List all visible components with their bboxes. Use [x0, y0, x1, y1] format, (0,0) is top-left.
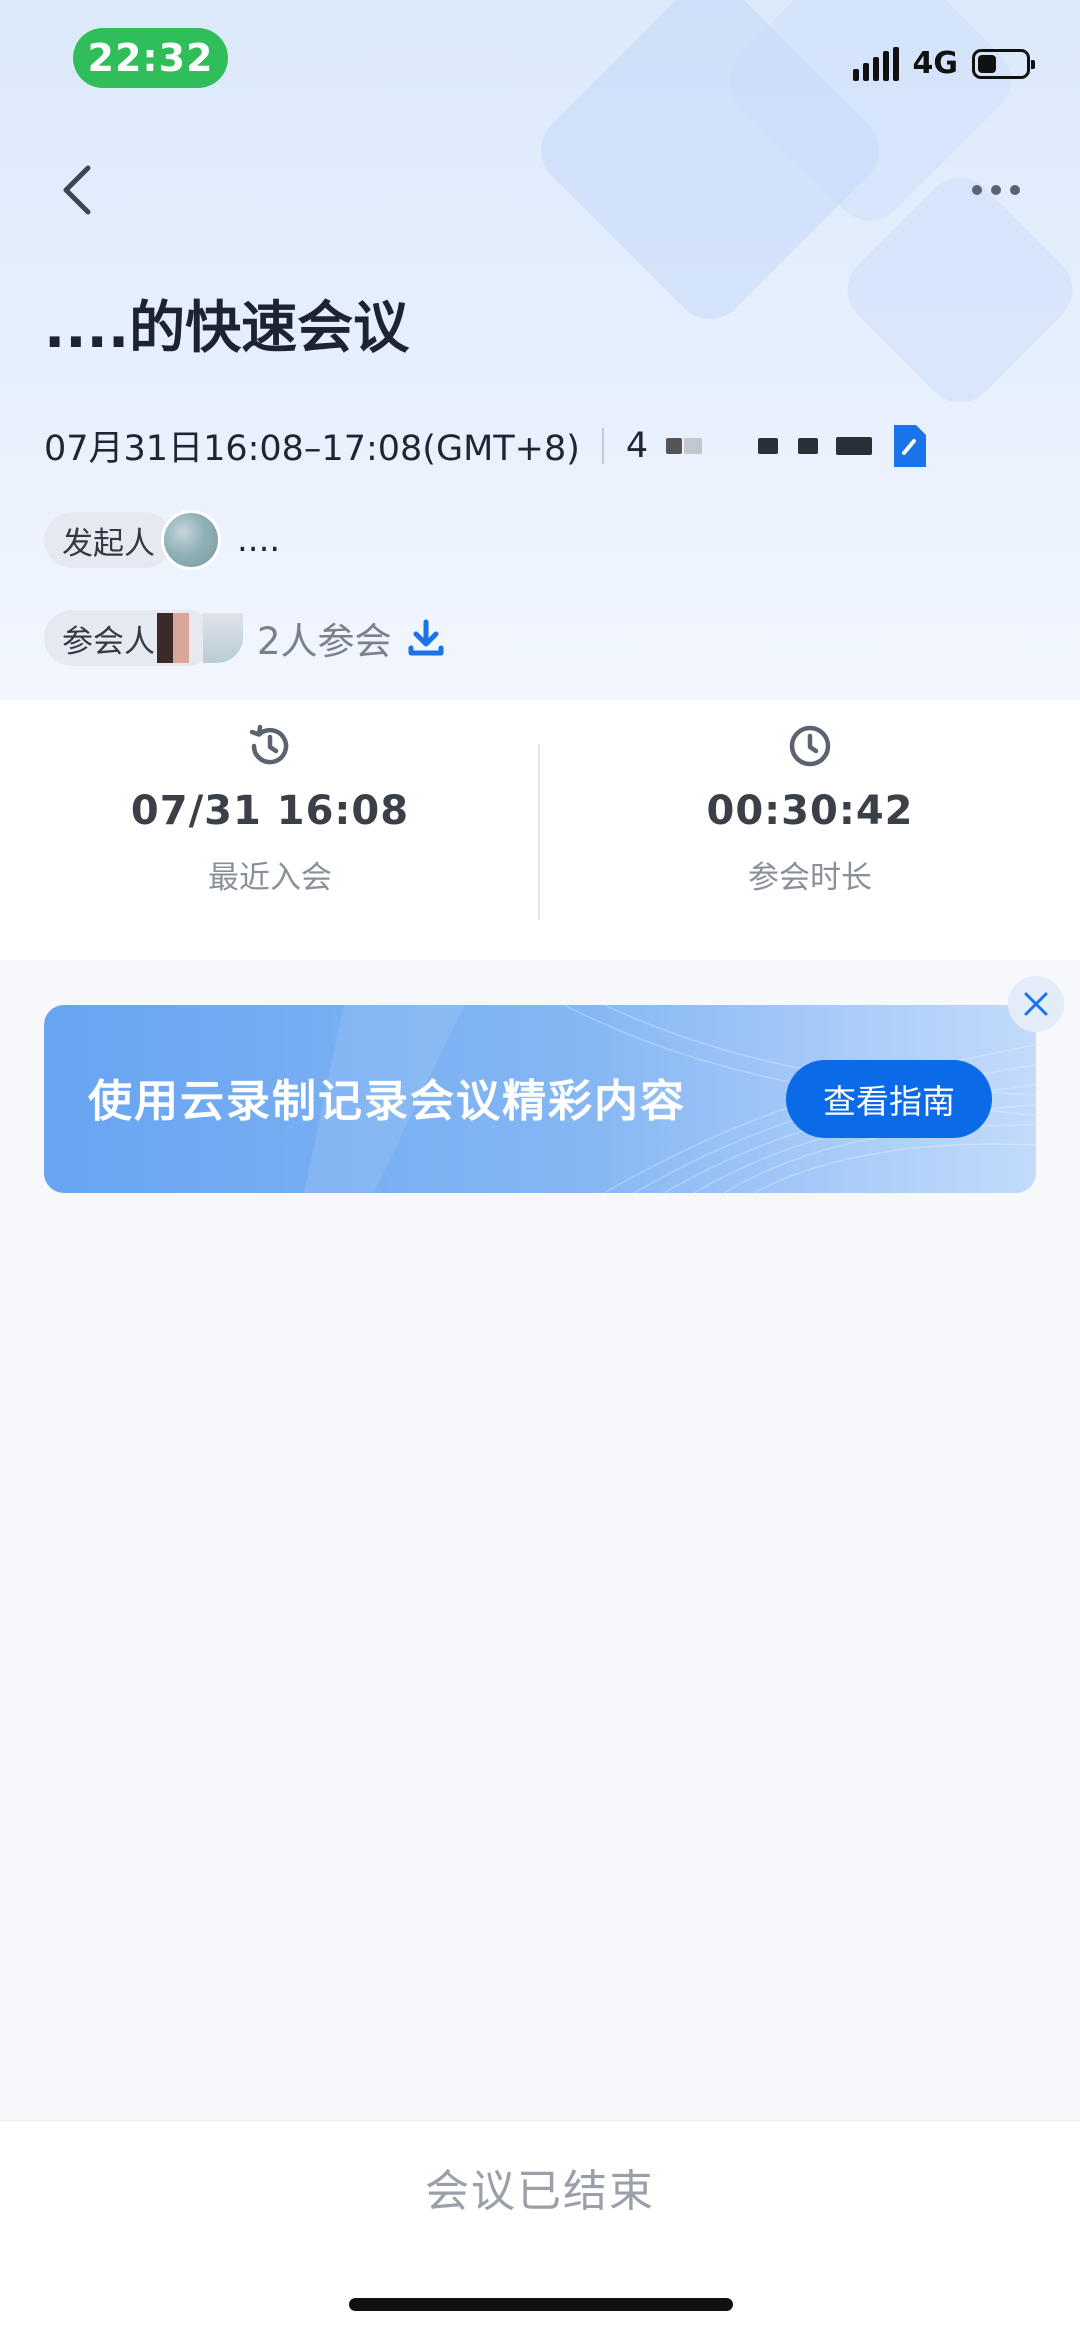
battery-icon [972, 48, 1035, 79]
status-indicators: 4G [852, 46, 1035, 81]
participant-avatars [157, 613, 243, 663]
chevron-left-icon [63, 165, 91, 215]
avatar [157, 613, 173, 663]
document-icon[interactable] [890, 423, 930, 469]
cloud-recording-banner[interactable]: 使用云录制记录会议精彩内容 查看指南 [44, 1005, 1036, 1193]
signal-icon [852, 46, 899, 81]
host-label: 发起人 [62, 525, 155, 562]
download-icon[interactable] [406, 618, 446, 658]
network-type: 4G [912, 46, 959, 81]
more-horizontal-icon [972, 185, 982, 195]
avatar [173, 613, 189, 663]
meeting-info-row: 07月31日16:08–17:08(GMT+8) 4 [44, 420, 930, 471]
host-label-chip: 发起人 [44, 512, 173, 568]
avatar [203, 613, 243, 663]
redacted-block [758, 437, 779, 454]
host-row: 发起人 .... [44, 510, 280, 570]
meeting-ended-status: 会议已结束 [425, 2166, 655, 2217]
banner-close-button[interactable] [1008, 976, 1064, 1032]
meeting-id[interactable]: 4 [626, 426, 648, 466]
close-icon [1024, 992, 1048, 1016]
participants-label: 参会人 [62, 623, 155, 660]
battery-level [978, 54, 996, 73]
redacted-block [684, 437, 703, 454]
avatar[interactable] [161, 510, 221, 570]
last-join-label: 最近入会 [208, 860, 332, 896]
redacted-block [666, 437, 683, 454]
duration-value: 00:30:42 [706, 788, 914, 834]
back-button[interactable] [50, 160, 110, 220]
history-clock-icon [249, 724, 289, 765]
home-indicator[interactable] [349, 2298, 733, 2311]
participants-row[interactable]: 参会人 2人参会 [44, 610, 446, 666]
divider [538, 744, 540, 920]
meeting-datetime: 07月31日16:08–17:08(GMT+8) [44, 429, 580, 469]
banner-text: 使用云录制记录会议精彩内容 [88, 1076, 686, 1127]
meeting-title: ....的快速会议 [44, 296, 410, 361]
stat-duration: 00:30:42 参会时长 [540, 700, 1080, 960]
divider [601, 427, 604, 464]
meeting-stats: 07/31 16:08 最近入会 00:30:42 参会时长 [0, 700, 1080, 960]
stat-last-join: 07/31 16:08 最近入会 [0, 700, 540, 960]
last-join-value: 07/31 16:08 [130, 788, 410, 834]
clock-icon [789, 725, 831, 767]
participants-count: 2人参会 [257, 620, 392, 663]
more-button[interactable] [972, 175, 1032, 205]
duration-label: 参会时长 [748, 860, 872, 896]
status-time: 22:32 [73, 28, 228, 88]
redacted-block [798, 437, 819, 454]
view-guide-button[interactable]: 查看指南 [786, 1060, 992, 1138]
redacted-block [836, 436, 873, 455]
meeting-detail-page: 22:32 4G ....的快速会议 07月31日16:08–17:08(GMT… [0, 0, 1080, 2338]
host-name: .... [237, 520, 281, 560]
